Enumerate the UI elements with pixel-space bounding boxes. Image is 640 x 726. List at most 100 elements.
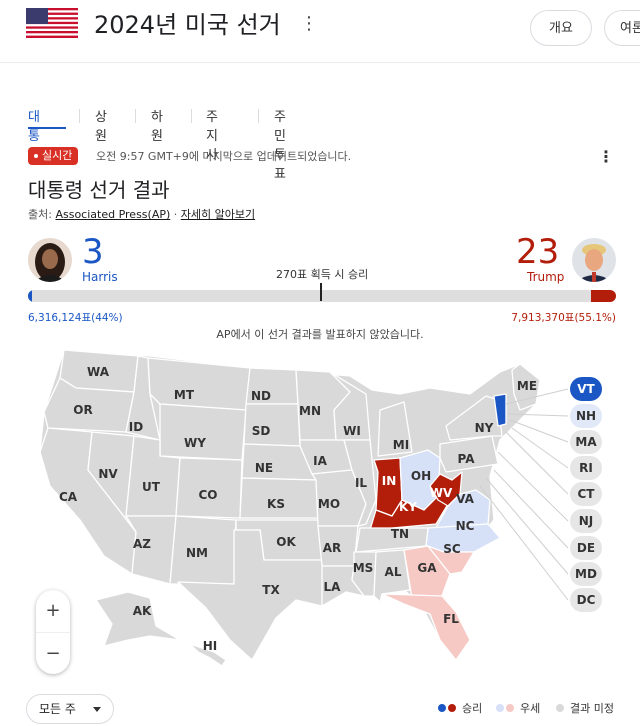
pill-label-md: MD [575, 567, 597, 581]
tab-divider [79, 109, 80, 123]
us-flag-icon [26, 8, 78, 38]
pill-label-vt: VT [577, 382, 595, 396]
state-label-fl: FL [443, 612, 459, 626]
state-label-tn: TN [391, 527, 409, 541]
state-label-nc: NC [456, 519, 475, 533]
state-label-mn: MN [299, 404, 321, 418]
state-label-ut: UT [142, 480, 161, 494]
legend-lean: 우세 [520, 702, 541, 715]
pill-label-dc: DC [577, 593, 596, 607]
state-label-ny: NY [475, 421, 494, 435]
trump-name: Trump [527, 270, 565, 284]
harris-popular-votes: 6,316,124표(44%) [28, 312, 123, 324]
state-label-sc: SC [443, 542, 461, 556]
state-label-ms: MS [353, 561, 374, 575]
dem-progress-fill [28, 290, 32, 302]
zoom-out-button[interactable]: − [36, 632, 70, 675]
polls-button[interactable]: 여론 [604, 10, 640, 46]
state-label-pa: PA [458, 452, 476, 466]
state-label-tx: TX [262, 583, 280, 597]
tab-divider [191, 109, 192, 123]
electoral-progress-bar [28, 290, 616, 302]
state-label-ky: KY [399, 500, 417, 514]
tab-senate[interactable]: 상원 [95, 106, 107, 144]
state-label-al: AL [385, 565, 402, 579]
legend-rep-win-dot [448, 704, 456, 712]
pill-label-ri: RI [579, 461, 593, 475]
state-filter-value: 모든 주 [39, 702, 76, 716]
state-label-nv: NV [98, 467, 118, 481]
state-label-ga: GA [417, 561, 437, 575]
legend-undecided-dot [556, 704, 564, 712]
page-title: 2024년 미국 선거 [94, 11, 281, 39]
harris-avatar[interactable] [28, 238, 72, 282]
source-separator: · [170, 208, 181, 221]
state-label-sd: SD [252, 424, 271, 438]
rep-progress-fill [590, 290, 616, 302]
state-label-ks: KS [267, 497, 285, 511]
chevron-down-icon [93, 707, 101, 712]
state-label-wa: WA [87, 365, 110, 379]
state-label-in: IN [382, 474, 397, 488]
overview-button[interactable]: 개요 [530, 10, 592, 46]
state-label-nm: NM [186, 546, 208, 560]
pill-label-ma: MA [575, 435, 597, 449]
state-label-oh: OH [411, 469, 431, 483]
state-label-id: ID [129, 420, 143, 434]
state-label-ak: AK [133, 604, 152, 618]
live-badge: 실시간 [28, 147, 79, 165]
threshold-label: 270표 획득 시 승리 [276, 268, 369, 281]
legend-rep-lean-dot [506, 704, 514, 712]
tab-house[interactable]: 하원 [151, 106, 163, 144]
state-label-il: IL [355, 476, 367, 490]
state-label-va: VA [456, 492, 474, 506]
source-line: 출처: Associated Press(AP) · 자세히 알아보기 [28, 206, 255, 222]
state-wy [159, 403, 247, 461]
map-zoom-control: + − [36, 590, 70, 674]
live-dot-icon [34, 154, 38, 158]
source-link[interactable]: Associated Press(AP) [55, 208, 170, 221]
zoom-in-button[interactable]: + [36, 590, 70, 632]
state-label-wy: WY [184, 436, 206, 450]
learn-more-link[interactable]: 자세히 알아보기 [181, 208, 255, 221]
state-label-wi: WI [343, 424, 361, 438]
state-label-ok: OK [276, 535, 296, 549]
legend-dem-win-dot [438, 704, 446, 712]
east-state-pills: VT NH MA RI CT NJ DE MD DC [570, 377, 602, 612]
harris-electoral-votes: 3 [82, 232, 104, 272]
header: 2024년 미국 선거 ⋮ 개요 여론 [0, 0, 640, 63]
tab-divider [258, 109, 259, 123]
pill-label-nh: NH [576, 409, 596, 423]
state-label-wv: WV [430, 486, 453, 500]
state-label-ne: NE [255, 461, 273, 475]
state-label-ca: CA [59, 490, 78, 504]
state-label-me: ME [517, 379, 537, 393]
trump-avatar[interactable] [572, 238, 616, 282]
us-results-map[interactable]: WA OR CA ID NV MT WY UT AZ CO NM ND SD N… [0, 340, 640, 680]
state-ak [95, 591, 181, 647]
threshold-marker [320, 283, 322, 301]
source-prefix: 출처: [28, 208, 56, 221]
state-label-ia: IA [313, 454, 327, 468]
tab-ballot-measures[interactable]: 주민투표 [274, 106, 286, 182]
last-updated: 오전 9:57 GMT+9에 마지막으로 업데이트되었습니다. [96, 150, 352, 163]
state-label-hi: HI [203, 639, 218, 653]
state-label-mo: MO [318, 497, 340, 511]
results-title: 대통령 선거 결과 [28, 178, 170, 202]
state-filter-dropdown[interactable]: 모든 주 [26, 694, 114, 724]
state-label-ar: AR [323, 541, 342, 555]
pill-label-de: DE [577, 541, 595, 555]
harris-name: Harris [82, 270, 118, 284]
active-tab-indicator [28, 127, 66, 129]
title-more-icon[interactable]: ⋮ [300, 13, 318, 34]
state-label-nd: ND [251, 389, 271, 403]
state-fl [381, 593, 471, 661]
tab-divider [135, 109, 136, 123]
state-label-co: CO [198, 488, 217, 502]
pill-label-nj: NJ [579, 514, 594, 528]
trump-electoral-votes: 23 [516, 232, 560, 272]
state-label-la: LA [324, 580, 342, 594]
state-label-mt: MT [174, 388, 195, 402]
legend-win: 승리 [462, 702, 483, 715]
more-options-icon[interactable]: ⋮ [598, 147, 614, 166]
